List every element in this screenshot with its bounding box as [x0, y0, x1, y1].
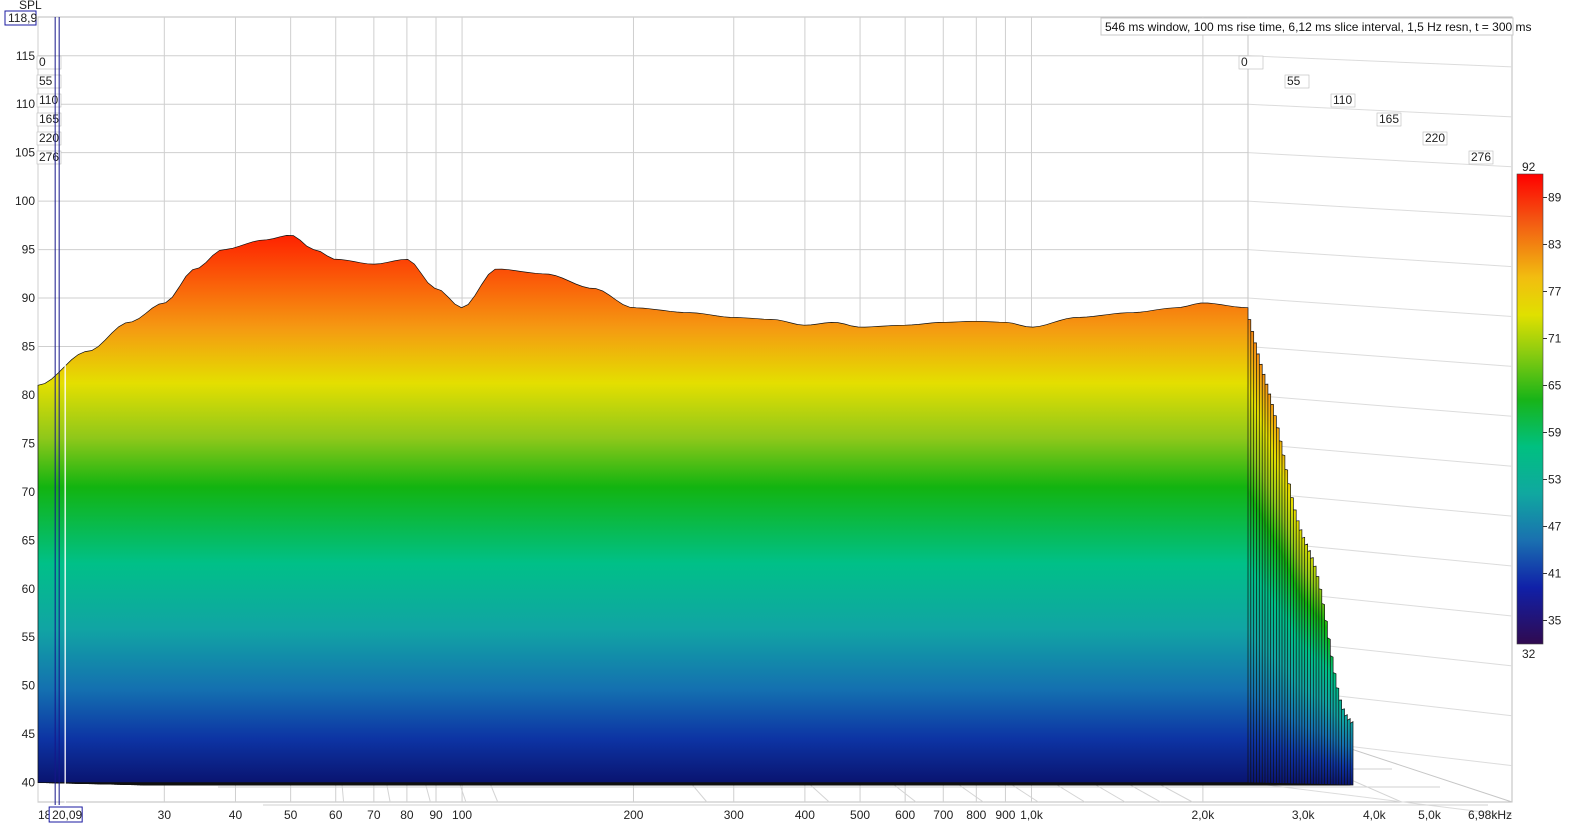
y-tick-label: 45 — [22, 727, 36, 741]
y-tick-label: 105 — [15, 146, 35, 160]
time-label-right: 110 — [1330, 93, 1356, 108]
svg-text:55: 55 — [1287, 74, 1301, 88]
svg-text:165: 165 — [39, 112, 59, 126]
colorbar-tick-label: 89 — [1548, 191, 1562, 205]
y-tick-label: 60 — [22, 582, 36, 596]
x-tick-label: 300 — [724, 808, 744, 822]
y-tick-label: 85 — [22, 340, 36, 354]
colorbar-tick-label: 41 — [1548, 567, 1562, 581]
colorbar-max: 92 — [1522, 160, 1536, 174]
y-tick-label: 90 — [22, 291, 36, 305]
time-label-left: 276 — [36, 150, 62, 165]
time-label-left: 0 — [36, 55, 62, 70]
svg-text:55: 55 — [39, 74, 53, 88]
svg-text:220: 220 — [1425, 131, 1445, 145]
time-label-left: 55 — [36, 74, 62, 89]
svg-text:276: 276 — [1471, 150, 1491, 164]
info-text: 546 ms window, 100 ms rise time, 6,12 ms… — [1105, 20, 1532, 34]
y-tick-label: 110 — [16, 97, 35, 111]
x-tick-label: 2,0k — [1192, 808, 1216, 822]
y-tick-label: 95 — [22, 243, 36, 257]
cursor-freq-value: 20,09 — [52, 808, 82, 822]
colorbar-min: 32 — [1522, 647, 1536, 661]
colorbar — [1516, 173, 1544, 645]
svg-text:110: 110 — [1333, 93, 1352, 107]
y-tick-label: 40 — [22, 776, 36, 790]
x-tick-label: 800 — [966, 808, 986, 822]
x-tick-label: 4,0k — [1363, 808, 1387, 822]
x-tick-label: 3,0k — [1292, 808, 1316, 822]
y-tick-label: 55 — [22, 630, 36, 644]
time-label-right: 55 — [1284, 74, 1310, 89]
time-label-right: 165 — [1376, 112, 1402, 127]
colorbar-tick-label: 83 — [1548, 238, 1562, 252]
x-tick-label: 6,98kHz — [1468, 808, 1512, 822]
colorbar-tick-label: 53 — [1548, 473, 1562, 487]
colorbar-tick-label: 59 — [1548, 426, 1562, 440]
x-tick-label: 60 — [329, 808, 343, 822]
y-tick-label: 80 — [22, 388, 36, 402]
svg-text:276: 276 — [39, 150, 59, 164]
y-tick-label: 115 — [16, 49, 35, 63]
time-label-right: 220 — [1422, 131, 1448, 146]
x-tick-label: 5,0k — [1418, 808, 1442, 822]
x-tick-label: 1,0k — [1020, 808, 1044, 822]
y-tick-label: 65 — [22, 533, 36, 547]
x-tick-label: 40 — [229, 808, 243, 822]
x-tick-label: 90 — [429, 808, 443, 822]
waterfall-plot: 115110105100959085807570656055504540 18 3… — [0, 0, 1592, 839]
time-label-right: 0 — [1238, 55, 1264, 70]
time-label-right: 276 — [1468, 150, 1494, 165]
svg-text:0: 0 — [39, 55, 46, 69]
colorbar-tick-label: 71 — [1548, 332, 1562, 346]
x-tick-label: 50 — [284, 808, 298, 822]
colorbar-tick-label: 65 — [1548, 379, 1562, 393]
time-label-left: 220 — [36, 131, 62, 146]
waterfall-slices — [37, 235, 1354, 786]
x-tick-label: 700 — [933, 808, 953, 822]
x-tick-label: 80 — [400, 808, 414, 822]
x-tick-label: 100 — [452, 808, 472, 822]
colorbar-tick-label: 77 — [1548, 285, 1562, 299]
x-tick-label: 500 — [850, 808, 870, 822]
y-tick-label: 50 — [22, 679, 36, 693]
svg-text:0: 0 — [1241, 55, 1248, 69]
x-tick-label: 30 — [158, 808, 172, 822]
svg-text:165: 165 — [1379, 112, 1399, 126]
y-tick-label: 70 — [22, 485, 36, 499]
x-tick-label: 200 — [623, 808, 643, 822]
colorbar-tick-label: 47 — [1548, 520, 1562, 534]
x-tick-label: 900 — [995, 808, 1015, 822]
x-tick-label: 70 — [367, 808, 381, 822]
time-label-left: 110 — [36, 93, 62, 108]
cursor-spl-value: 118,9 — [8, 11, 37, 25]
colorbar-tick-label: 35 — [1548, 614, 1562, 628]
x-tick-label: 600 — [895, 808, 915, 822]
y-tick-label: 100 — [15, 194, 35, 208]
svg-text:220: 220 — [39, 131, 59, 145]
y-tick-label: 75 — [22, 436, 36, 450]
time-label-left: 165 — [36, 112, 62, 127]
x-tick-label: 400 — [795, 808, 815, 822]
